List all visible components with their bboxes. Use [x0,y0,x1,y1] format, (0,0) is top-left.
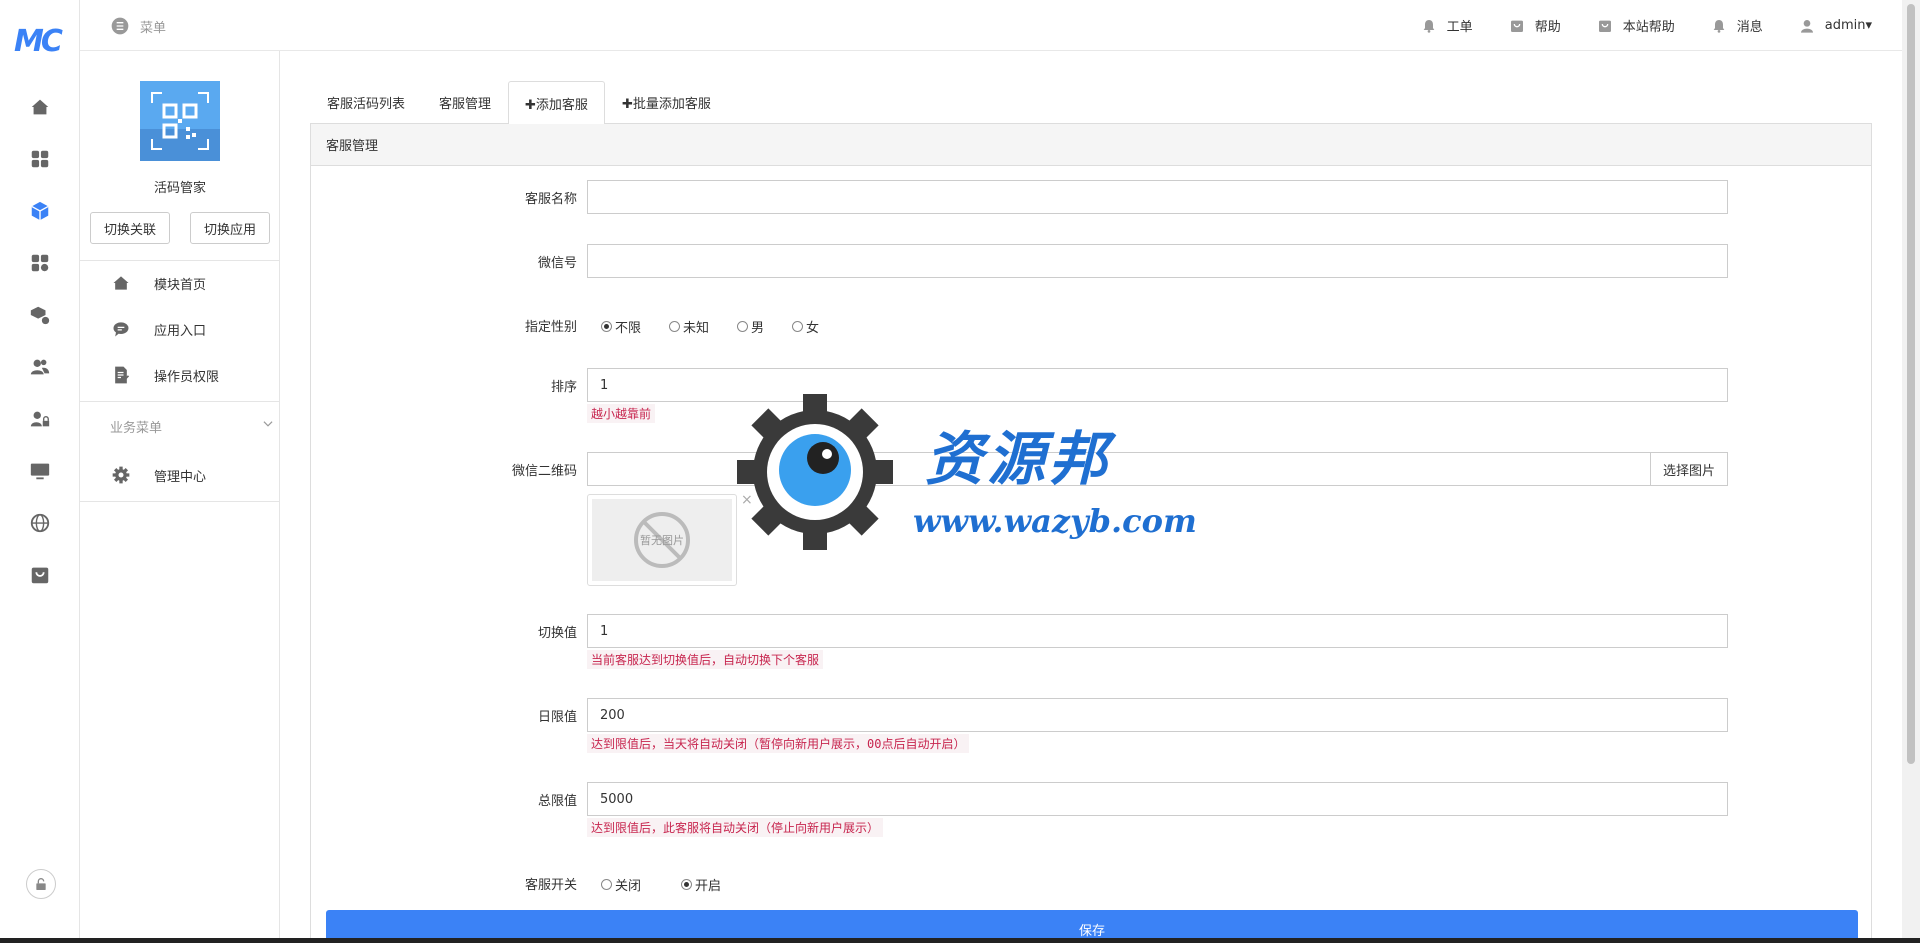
nav-messages[interactable]: 消息 [1711,16,1763,35]
store-icon[interactable] [28,563,52,587]
field-label: 客服开关 [524,878,577,893]
wechat-id-input[interactable] [587,244,1728,278]
image-preview: 暂无图片 [587,494,737,586]
gender-radio-group: 不限 未知 男 女 [601,317,819,336]
sidebar-item-operator-permissions[interactable]: 操作员权限 [80,355,280,395]
status-radio-on[interactable]: 开启 [681,875,721,894]
daily-limit-input[interactable]: 200 [587,698,1728,732]
chat-icon [110,318,132,340]
field-label: 指定性别 [524,320,577,335]
business-menu-group[interactable]: 业务菜单 [110,417,275,436]
gender-radio-female[interactable]: 女 [792,317,819,336]
qrcode-icon [151,92,209,150]
tab-add-cs[interactable]: ✚添加客服 [508,81,605,124]
sidebar-divider [80,401,280,402]
app-logo [140,81,220,161]
remove-image-icon[interactable]: × [741,492,753,508]
sidebar-item-management-center[interactable]: 管理中心 [80,455,280,495]
scrollbar-thumb[interactable] [1907,4,1915,764]
status-radio-group: 关闭 开启 [601,875,721,894]
box-settings-icon[interactable] [28,303,52,327]
document-edit-icon [110,364,132,386]
tab-batch-add-cs[interactable]: ✚批量添加客服 [605,81,728,123]
bag-icon [1510,20,1523,32]
nav-ticket[interactable]: 工单 [1421,16,1473,35]
monitor-icon[interactable] [28,459,52,483]
field-label: 微信二维码 [511,464,577,479]
page-scrollbar[interactable] [1902,0,1920,943]
home-icon[interactable] [28,95,52,119]
no-image-text: 暂无图片 [640,534,684,547]
module-sidebar: 活码管家 切换关联 切换应用 模块首页 应用入口 操作员权限 业务菜单 管理中心 [80,51,280,943]
bag-icon [1598,20,1611,32]
gender-radio-any[interactable]: 不限 [601,317,641,336]
apps-icon[interactable] [28,251,52,275]
field-label: 总限值 [537,794,577,809]
top-nav: 工单 帮助 本站帮助 消息 admin▾ [1421,16,1872,35]
nav-user-menu[interactable]: admin▾ [1799,18,1872,34]
gender-radio-male[interactable]: 男 [737,317,764,336]
switch-value-input[interactable]: 1 [587,614,1728,648]
grid-icon[interactable] [28,147,52,171]
field-label: 微信号 [537,256,577,271]
app-name: 活码管家 [153,181,206,196]
sidebar-item-module-home[interactable]: 模块首页 [80,263,280,303]
tab-bar: 客服活码列表 客服管理 ✚添加客服 ✚批量添加客服 [310,81,728,124]
sort-hint: 越小越靠前 [587,404,656,423]
qrcode-input[interactable]: 选择图片 [587,452,1728,486]
sidebar-divider [80,501,280,502]
globe-icon[interactable] [28,511,52,535]
choose-image-button[interactable]: 选择图片 [1649,453,1727,485]
status-radio-off[interactable]: 关闭 [601,875,641,894]
total-limit-hint: 达到限值后，此客服将自动关闭（停止向新用户展示） [587,818,884,837]
bell-icon [1423,19,1435,33]
cs-name-input[interactable] [587,180,1728,214]
bell-icon [1713,19,1725,33]
icon-rail: MC [0,0,80,943]
total-limit-input[interactable]: 5000 [587,782,1728,816]
switch-value-hint: 当前客服达到切换值后，自动切换下个客服 [587,650,824,669]
field-label: 切换值 [537,626,577,641]
lock-icon[interactable] [26,869,56,899]
main-content: 客服活码列表 客服管理 ✚添加客服 ✚批量添加客服 客服管理 客服名称 微信号 … [280,51,1902,943]
brand-logo[interactable]: MC [14,24,66,60]
tab-cs-qrcode-list[interactable]: 客服活码列表 [310,81,422,123]
tab-cs-management[interactable]: 客服管理 [422,81,508,123]
users-icon[interactable] [28,355,52,379]
sidebar-divider [80,260,280,261]
switch-app-button[interactable]: 切换应用 [190,212,270,244]
user-icon [1800,19,1813,33]
gear-icon [110,464,132,486]
daily-limit-hint: 达到限值后，当天将自动关闭（暂停向新用户展示，00点后自动开启） [587,734,970,753]
menu-toggle[interactable]: 菜单 [110,16,166,36]
menu-label: 菜单 [140,20,167,36]
field-label: 日限值 [537,710,577,725]
panel-title: 客服管理 [311,124,1871,166]
field-label: 排序 [550,380,577,395]
sidebar-item-app-entry[interactable]: 应用入口 [80,309,280,349]
top-header: 菜单 工单 帮助 本站帮助 消息 admin▾ [80,0,1902,51]
nav-help[interactable]: 帮助 [1509,16,1561,35]
sort-input[interactable]: 1 [587,368,1728,402]
gender-radio-unknown[interactable]: 未知 [669,317,709,336]
list-icon [111,17,129,35]
field-label: 客服名称 [524,192,577,207]
user-lock-icon[interactable] [28,407,52,431]
chevron-down-icon [261,417,275,436]
form-panel: 客服管理 客服名称 微信号 指定性别 不限 未知 男 女 排序 1 越小越靠前 … [310,123,1872,943]
switch-link-button[interactable]: 切换关联 [90,212,170,244]
home-icon [110,272,132,294]
cube-icon[interactable] [28,199,52,223]
taskbar-strip [0,938,1920,943]
nav-site-help[interactable]: 本站帮助 [1597,16,1675,35]
